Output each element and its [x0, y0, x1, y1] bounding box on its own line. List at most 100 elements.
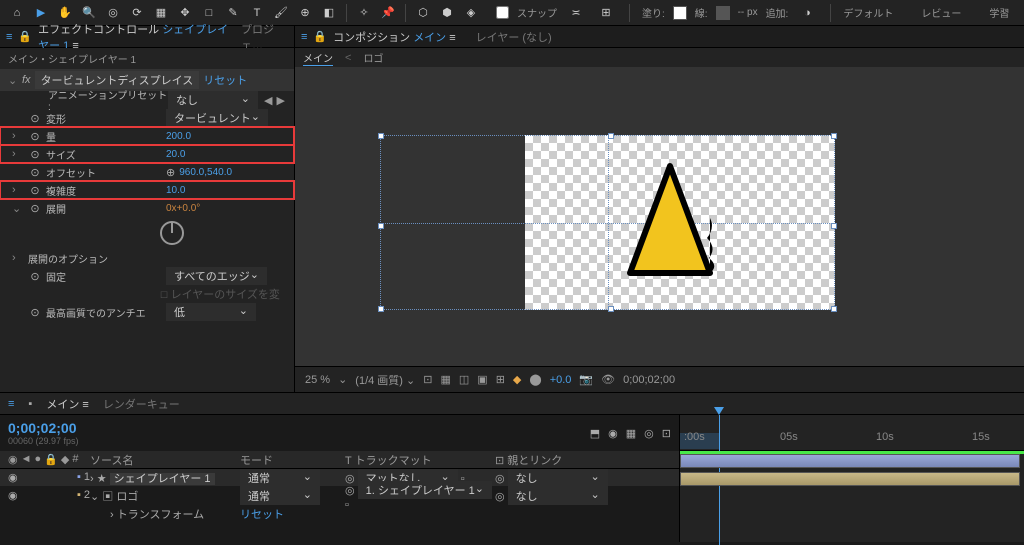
col-mode[interactable]: モード — [240, 452, 345, 468]
home-icon[interactable]: ⌂ — [6, 2, 28, 24]
stopwatch-icon[interactable]: ⊙ — [28, 269, 42, 283]
matte-pick-icon[interactable]: ◎ — [345, 485, 355, 497]
twirl-icon[interactable]: ⌄ — [8, 74, 18, 87]
timeline-tab-main[interactable]: メイン ≡ — [46, 396, 88, 412]
col-parent[interactable]: 親とリンク — [507, 455, 562, 467]
layer-name[interactable]: ロゴ — [116, 491, 138, 503]
transform-reset[interactable]: リセット — [240, 509, 284, 521]
col-solo-icon[interactable]: ● — [35, 453, 42, 466]
fast-preview-icon[interactable]: ⊡ — [423, 373, 432, 386]
twirl-icon[interactable]: › — [12, 252, 16, 264]
stroke-swatch[interactable] — [716, 6, 730, 20]
mode-dropdown[interactable]: 通常⌄ — [240, 469, 320, 487]
lock-icon[interactable]: 🔒 — [313, 30, 327, 43]
region-icon[interactable]: ▣ — [477, 373, 487, 386]
resolution-dropdown[interactable]: (1/4 画質) ⌄ — [355, 372, 415, 388]
time-ruler[interactable]: :00s 05s 10s 15s — [680, 415, 1024, 451]
transparency-icon[interactable]: ▦ — [440, 373, 450, 386]
add-menu-icon[interactable]: ◑ — [796, 2, 818, 24]
anim-preset-dropdown[interactable]: なし⌄ — [168, 91, 258, 109]
handle-tr[interactable] — [831, 133, 837, 139]
twirl-icon[interactable]: › — [110, 509, 114, 521]
parent-pick-icon[interactable]: ◎ — [495, 473, 505, 485]
reset-link[interactable]: リセット — [203, 72, 247, 88]
tl-opt-3-icon[interactable]: ▦ — [626, 427, 636, 440]
handle-tl[interactable] — [378, 133, 384, 139]
timeline-tab-render[interactable]: レンダーキュー — [103, 396, 180, 412]
tl-opt-2-icon[interactable]: ◉ — [608, 427, 618, 440]
eraser-tool-icon[interactable]: ◧ — [318, 2, 340, 24]
mode-dropdown[interactable]: 通常⌄ — [240, 487, 320, 505]
twirl-icon[interactable]: ⌄ — [90, 491, 99, 503]
twirl-icon[interactable]: › — [90, 473, 94, 485]
parent-dropdown[interactable]: なし⌄ — [508, 469, 608, 487]
extra-tool-2-icon[interactable]: ⬢ — [436, 2, 458, 24]
evolution-value[interactable]: 0x+0.0° — [166, 203, 200, 214]
snap-grid-icon[interactable]: ⊞ — [595, 2, 617, 24]
lock-icon[interactable]: 🔒 — [18, 30, 32, 43]
show-snapshot-icon[interactable]: 👁 — [601, 373, 615, 386]
layer-search-input[interactable] — [89, 425, 219, 441]
workspace-review[interactable]: レビュー — [921, 5, 961, 20]
parent-dropdown[interactable]: なし⌄ — [508, 487, 608, 505]
col-link-icon[interactable]: ⊡ — [495, 455, 504, 467]
timeline-track-area[interactable]: :00s 05s 10s 15s — [680, 415, 1024, 542]
col-vis-icon[interactable]: ◉ — [8, 453, 18, 466]
clone-tool-icon[interactable]: ⊕ — [294, 2, 316, 24]
stopwatch-icon[interactable]: ⊙ — [28, 147, 42, 161]
preset-prev-icon[interactable]: ◀ — [264, 94, 272, 107]
layer-row-2[interactable]: ◉▪2 ⌄ ▣ ロゴ 通常⌄ ◎ 1. シェイプレイヤー 1⌄ ▫ ◎ なし⌄ — [0, 487, 679, 505]
antialias-dropdown[interactable]: 低⌄ — [166, 303, 256, 321]
stopwatch-icon[interactable]: ⊙ — [28, 165, 42, 179]
handle-bl[interactable] — [378, 306, 384, 312]
snap-opt-icon[interactable]: ≍ — [565, 2, 587, 24]
transform-row[interactable]: › トランスフォーム リセット — [0, 505, 679, 523]
channel-icon[interactable]: ◆ — [513, 373, 521, 386]
col-source-name[interactable]: ソース名 — [90, 452, 240, 468]
current-timecode[interactable]: 0;00;02;00 — [8, 420, 79, 436]
tl-opt-4-icon[interactable]: ◎ — [644, 427, 654, 440]
stopwatch-icon[interactable]: ⊙ — [28, 183, 42, 197]
roto-tool-icon[interactable]: ✧ — [353, 2, 375, 24]
fx-badge-icon[interactable]: fx — [22, 74, 31, 86]
exposure-value[interactable]: +0.0 — [550, 374, 572, 386]
col-trackmatte[interactable]: T トラックマット — [345, 452, 495, 468]
mask-icon[interactable]: ◫ — [459, 373, 469, 386]
visibility-icon[interactable]: ◉ — [8, 489, 18, 502]
size-value[interactable]: 20.0 — [166, 149, 185, 160]
parent-pick-icon[interactable]: ◎ — [495, 491, 505, 503]
render-icon[interactable]: ⬤ — [529, 373, 541, 386]
col-label-icon[interactable]: ◆ — [61, 453, 69, 466]
twirl-icon[interactable]: › — [12, 148, 16, 160]
twirl-icon[interactable]: ⌄ — [12, 202, 21, 215]
col-audio-icon[interactable]: ◄ — [21, 453, 32, 466]
complexity-value[interactable]: 10.0 — [166, 185, 185, 196]
guides-icon[interactable]: ⊞ — [496, 373, 505, 386]
stopwatch-icon[interactable]: ⊙ — [28, 111, 42, 125]
canvas[interactable] — [295, 68, 1024, 366]
stroke-px[interactable]: -- px — [738, 7, 758, 18]
layer-row-1[interactable]: ◉▪1 › ★ シェイプレイヤー 1 通常⌄ ◎ マットなし⌄ ▫ ◎ なし⌄ — [0, 469, 679, 487]
matte-dropdown[interactable]: 1. シェイプレイヤー 1⌄ — [358, 481, 492, 499]
stopwatch-icon[interactable]: ⊙ — [28, 305, 42, 319]
layer-bar-1[interactable] — [680, 454, 1020, 468]
zoom-level[interactable]: 25 % — [305, 374, 330, 386]
fill-swatch[interactable] — [673, 6, 687, 20]
layer-name[interactable]: シェイプレイヤー 1 — [110, 473, 215, 485]
displacement-dropdown[interactable]: タービュレント⌄ — [166, 109, 268, 127]
handle-br[interactable] — [831, 306, 837, 312]
workspace-default[interactable]: デフォルト — [843, 5, 893, 20]
layer-bar-2[interactable] — [680, 472, 1020, 486]
twirl-icon[interactable]: › — [12, 184, 16, 196]
tl-opt-1-icon[interactable]: ⬒ — [590, 427, 600, 440]
visibility-icon[interactable]: ◉ — [8, 471, 18, 484]
evolution-dial[interactable] — [160, 221, 184, 245]
extra-tool-1-icon[interactable]: ⬡ — [412, 2, 434, 24]
stopwatch-icon[interactable]: ⊙ — [28, 201, 42, 215]
time-display[interactable]: 0;00;02;00 — [623, 374, 675, 386]
preset-next-icon[interactable]: ▶ — [276, 94, 284, 107]
snapshot-icon[interactable]: 📷 — [579, 373, 593, 386]
pinning-dropdown[interactable]: すべてのエッジ⌄ — [166, 267, 267, 285]
offset-value[interactable]: 960.0,540.0 — [179, 167, 232, 178]
extra-tool-3-icon[interactable]: ◈ — [460, 2, 482, 24]
